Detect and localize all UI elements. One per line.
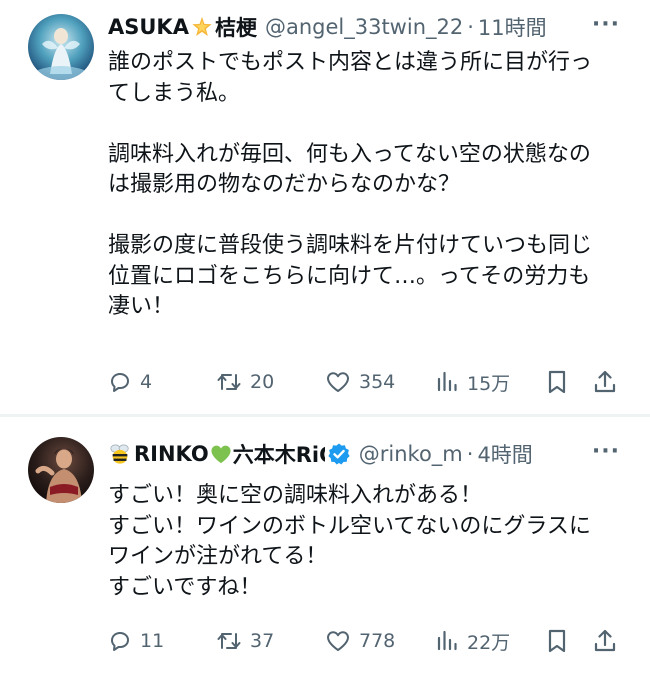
separator-dot: · <box>466 442 474 466</box>
share-icon <box>594 629 616 652</box>
views-button[interactable]: 15万 <box>435 367 510 397</box>
tweet-text-line: 位置にロゴをこちらに向けて…。ってその労力も <box>108 263 591 289</box>
views-icon <box>437 630 457 651</box>
like-icon <box>327 372 349 392</box>
like-count: 354 <box>359 371 396 393</box>
display-name-suffix: 桔梗 <box>214 16 257 40</box>
separator-dot: · <box>467 15 474 39</box>
tweet-text-line: 調味料入れが毎回、何も入ってない空の状態なの <box>108 141 591 167</box>
tweet-asuka[interactable]: ASUKA 桔梗 @angel_33twin_22 · 11時間 ··· 誰のポ… <box>0 0 650 415</box>
reply-count: 4 <box>140 371 153 393</box>
bookmark-button[interactable] <box>546 367 568 397</box>
avatar-rinko[interactable] <box>28 437 94 503</box>
action-bar: 11 37 778 22万 <box>108 626 623 656</box>
bookmark-icon <box>548 629 566 653</box>
tweet-text-line: すごい！ワインのボトル空いてないのにグラスに <box>108 513 591 539</box>
tweet-text: すごい！奥に空の調味料入れがある！ すごい！ワインのボトル空いてないのにグラスに… <box>108 481 628 603</box>
views-icon <box>437 371 457 392</box>
views-count: 15万 <box>467 372 511 395</box>
user-handle[interactable]: @rinko_m <box>359 442 463 466</box>
more-options-icon[interactable]: ··· <box>592 12 620 37</box>
reply-count: 11 <box>140 630 165 652</box>
retweet-icon <box>217 374 241 390</box>
tweet-text-line: は撮影用の物なのだからなのかな？ <box>108 172 461 197</box>
avatar-asuka[interactable] <box>28 14 94 80</box>
views-button[interactable]: 22万 <box>435 626 510 656</box>
retweet-count: 20 <box>250 371 275 393</box>
reply-icon <box>111 632 129 651</box>
bookmark-button[interactable] <box>546 626 568 656</box>
tweet-rinko[interactable]: RINKO 六本木RiC @rinko_m · 4時間 ··· すごい！奥に空の… <box>0 417 650 681</box>
like-icon <box>327 631 349 651</box>
like-button[interactable]: 354 <box>325 367 395 397</box>
tweet-text-line: 誰のポストでもポスト内容とは違う所に目が行っ <box>108 50 593 75</box>
share-button[interactable] <box>593 367 617 397</box>
retweet-count: 37 <box>250 630 275 652</box>
retweet-button[interactable]: 37 <box>216 626 274 656</box>
display-name-text: ASUKA <box>108 15 189 39</box>
display-name[interactable]: ASUKA 桔梗 <box>108 12 257 42</box>
display-name-suffix: 六本木RiC <box>232 443 325 467</box>
tweet-header: ASUKA 桔梗 @angel_33twin_22 · 11時間 <box>108 12 620 42</box>
share-button[interactable] <box>593 626 617 656</box>
retweet-icon <box>217 633 241 649</box>
tweet-text-line: すごいですね！ <box>108 574 262 600</box>
sparkle-star-emoji-icon <box>192 16 212 36</box>
reply-button[interactable]: 11 <box>108 626 164 656</box>
bookmark-icon <box>548 370 566 394</box>
tweet-text-line: てしまう私。 <box>108 80 241 106</box>
display-name[interactable]: RINKO 六本木RiC <box>108 439 351 469</box>
bee-emoji-icon <box>110 444 129 464</box>
display-name-text: RINKO <box>134 442 209 466</box>
tweet-header: RINKO 六本木RiC @rinko_m · 4時間 <box>108 439 620 469</box>
views-count: 22万 <box>467 631 511 654</box>
timestamp[interactable]: 11時間 <box>478 12 547 42</box>
more-options-icon[interactable]: ··· <box>592 439 620 464</box>
reply-icon <box>111 373 129 392</box>
share-icon <box>594 370 616 393</box>
tweet-text-line: 撮影の度に普段使う調味料を片付けていつも同じ <box>108 233 593 258</box>
tweet-text: 誰のポストでもポスト内容とは違う所に目が行っ てしまう私。 調味料入れが毎回、何… <box>108 48 628 323</box>
action-bar: 4 20 354 15万 <box>108 367 623 397</box>
tweet-text-line: ワインが注がれてる！ <box>108 544 328 569</box>
tweet-text-line: すごい！奥に空の調味料入れがある！ <box>108 483 483 508</box>
tweet-text-line: 凄い！ <box>108 294 175 319</box>
like-button[interactable]: 778 <box>325 626 395 656</box>
reply-button[interactable]: 4 <box>108 367 152 397</box>
like-count: 778 <box>359 630 396 652</box>
user-handle[interactable]: @angel_33twin_22 <box>265 15 463 39</box>
retweet-button[interactable]: 20 <box>216 367 274 397</box>
verified-badge-icon <box>328 443 350 465</box>
timestamp[interactable]: 4時間 <box>477 439 532 469</box>
green-heart-emoji-icon <box>211 445 231 464</box>
